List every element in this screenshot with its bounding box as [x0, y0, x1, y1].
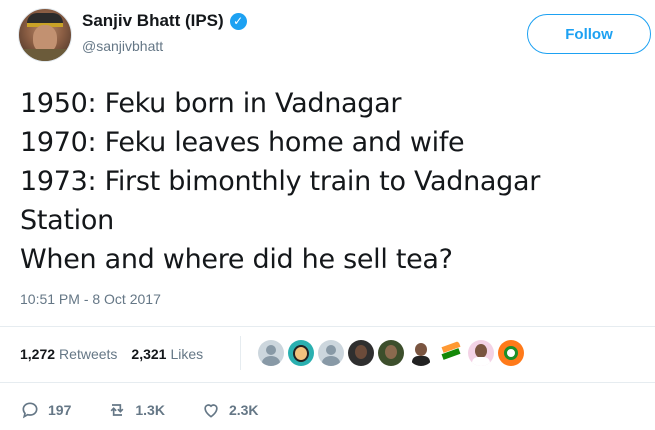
reply-button[interactable]: 197 [20, 400, 71, 420]
retweet-icon [110, 404, 124, 416]
retweet-count: 1.3K [135, 402, 165, 418]
divider [0, 326, 655, 327]
tweet-stats: 1,272 Retweets 2,321 Likes [20, 346, 203, 362]
retweets-label: Retweets [59, 346, 118, 362]
tweet-line: 1973: First bimonthly train to Vadnagar [20, 166, 541, 197]
liker-avatar[interactable] [378, 340, 404, 366]
author-display-name[interactable]: Sanjiv Bhatt (IPS) [82, 11, 224, 31]
tweet-text: 1950: Feku born in Vadnagar 1970: Feku l… [20, 84, 635, 279]
liker-avatar[interactable] [408, 340, 434, 366]
author-name-row: Sanjiv Bhatt (IPS) ✓ [82, 11, 247, 31]
tweet-actions: 197 1.3K 2.3K [20, 400, 295, 420]
reply-icon [22, 402, 38, 419]
verified-badge-icon: ✓ [229, 12, 247, 30]
liker-avatar[interactable] [468, 340, 494, 366]
author-avatar[interactable] [18, 8, 72, 62]
likes-stat[interactable]: 2,321 Likes [131, 346, 203, 362]
liker-avatar[interactable] [438, 340, 464, 366]
tweet-line: Station [20, 205, 114, 236]
likers-avatars [258, 340, 524, 366]
tweet-line: When and where did he sell tea? [20, 244, 453, 275]
likes-label: Likes [170, 346, 204, 362]
liker-avatar[interactable] [318, 340, 344, 366]
like-button[interactable]: 2.3K [201, 400, 259, 420]
like-count: 2.3K [228, 402, 259, 418]
retweet-button[interactable]: 1.3K [107, 400, 165, 420]
liker-avatar[interactable] [258, 340, 284, 366]
tweet-line: 1970: Feku leaves home and wife [20, 127, 465, 158]
tweet-timestamp[interactable]: 10:51 PM - 8 Oct 2017 [20, 291, 161, 307]
retweets-stat[interactable]: 1,272 Retweets [20, 346, 117, 362]
author-handle[interactable]: @sanjivbhatt [82, 38, 163, 54]
liker-avatar[interactable] [498, 340, 524, 366]
heart-icon [204, 404, 218, 418]
tweet-line: 1950: Feku born in Vadnagar [20, 88, 402, 119]
divider [0, 382, 655, 383]
likes-count: 2,321 [131, 346, 167, 362]
liker-avatar[interactable] [348, 340, 374, 366]
avatar-uniform [21, 49, 69, 61]
liker-avatar[interactable] [288, 340, 314, 366]
follow-button[interactable]: Follow [527, 14, 651, 54]
stats-separator [240, 336, 241, 370]
reply-count: 197 [48, 402, 72, 418]
retweets-count: 1,272 [20, 346, 56, 362]
